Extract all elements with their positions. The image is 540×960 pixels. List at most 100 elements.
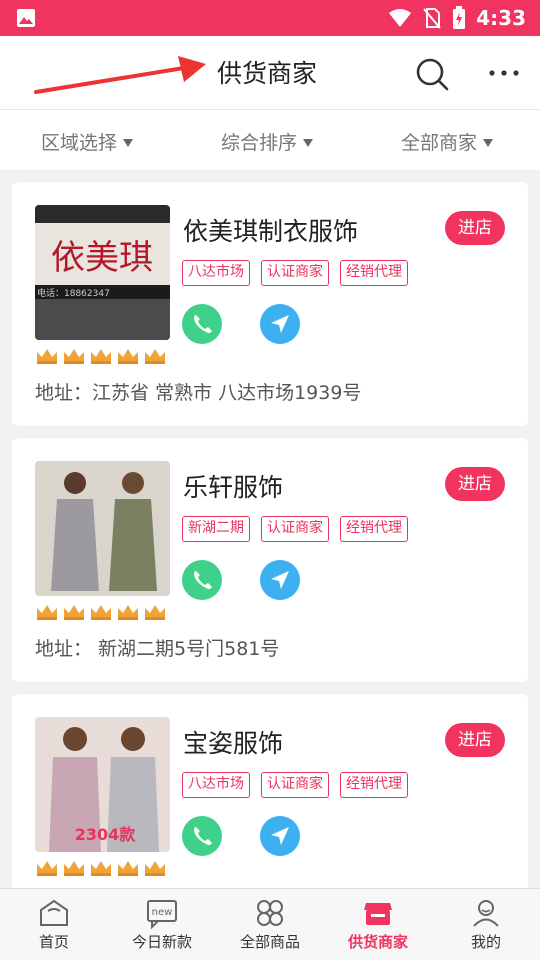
- more-icon[interactable]: [486, 56, 522, 92]
- tab-profile[interactable]: 我的: [432, 889, 540, 960]
- shop-sign-text: 依美琪: [51, 238, 153, 278]
- bottom-tab-bar: 首页 new 今日新款 全部商品 供货商家 我的: [0, 888, 540, 960]
- tab-all-products[interactable]: 全部商品: [216, 889, 324, 960]
- shop-tag: 经销代理: [340, 516, 408, 542]
- phone-call-button[interactable]: [182, 304, 222, 344]
- crown-icon: [64, 861, 84, 876]
- svg-text:new: new: [152, 907, 173, 918]
- crown-icon: [37, 605, 57, 620]
- shop-name: 乐轩服饰: [183, 473, 284, 502]
- caret-down-icon: [303, 138, 314, 147]
- shop-card[interactable]: 乐轩服饰 进店 新湖二期 认证商家 经销代理 地址： 新湖二期5号门581号: [12, 438, 528, 682]
- shop-tag: 新湖二期: [182, 516, 250, 542]
- shop-tags: 八达市场 认证商家 经销代理: [182, 260, 408, 286]
- shop-name: 依美琪制衣服饰: [183, 217, 359, 246]
- filter-sort-label: 综合排序: [221, 132, 298, 154]
- phone-icon: [194, 827, 212, 845]
- crown-icon: [91, 605, 111, 620]
- shop-card[interactable]: 2304款 宝姿服饰 进店 八达市场 认证商家 经销代理: [12, 694, 528, 888]
- shop-tags: 八达市场 认证商家 经销代理: [182, 772, 408, 798]
- crown-icon: [145, 605, 165, 620]
- shop-name: 宝姿服饰: [183, 729, 284, 758]
- caret-down-icon: [123, 138, 134, 147]
- shop-sign-phone: 电话：18862347: [37, 287, 110, 299]
- crown-icon: [37, 861, 57, 876]
- shop-list: 依美琪 电话：18862347 依美琪制衣服饰 进店 八达市场 认证商家 经销代…: [0, 170, 540, 888]
- crown-icon: [37, 349, 57, 364]
- shop-photo: 依美琪 电话：18862347: [35, 205, 170, 340]
- filter-merchant-label: 全部商家: [401, 132, 478, 154]
- crown-icon: [145, 349, 165, 364]
- arrow-annotation-icon: [34, 56, 206, 94]
- tab-new-arrivals[interactable]: new 今日新款: [108, 889, 216, 960]
- new-icon: new: [147, 900, 177, 929]
- shop-thumbnail: 2304款: [35, 717, 170, 852]
- gallery-icon: [17, 9, 35, 27]
- tab-label: 首页: [38, 933, 69, 951]
- phone-call-button[interactable]: [182, 560, 222, 600]
- shop-tag: 经销代理: [340, 260, 408, 286]
- home-icon: [40, 899, 68, 926]
- shop-card[interactable]: 依美琪 电话：18862347 依美琪制衣服饰 进店 八达市场 认证商家 经销代…: [12, 182, 528, 426]
- navigate-button[interactable]: [260, 304, 300, 344]
- shop-thumbnail: [35, 461, 170, 596]
- shop-tag: 认证商家: [261, 260, 329, 286]
- crown-icon: [145, 861, 165, 876]
- tab-label: 今日新款: [131, 933, 192, 951]
- crown-icon: [118, 861, 138, 876]
- wifi-icon: [389, 9, 412, 27]
- shop-address: 地址： 新湖二期5号门581号: [35, 638, 280, 660]
- shop-tag: 八达市场: [182, 772, 250, 798]
- clock: 4:33: [476, 6, 526, 30]
- phone-icon: [194, 315, 212, 333]
- navigation-icon: [271, 315, 289, 333]
- shop-tags: 新湖二期 认证商家 经销代理: [182, 516, 408, 542]
- filter-region[interactable]: 区域选择: [41, 128, 134, 155]
- status-bar: 4:33: [0, 0, 540, 36]
- shop-tag: 八达市场: [182, 260, 250, 286]
- filter-merchant[interactable]: 全部商家: [401, 128, 494, 155]
- top-bar: 供货商家: [0, 36, 540, 110]
- rating-crowns: [35, 858, 167, 878]
- shop-photo: [35, 461, 170, 596]
- rating-crowns: [35, 602, 167, 622]
- enter-shop-button[interactable]: 进店: [445, 211, 505, 245]
- product-count-badge: 2304款: [75, 825, 137, 844]
- shop-tag: 经销代理: [340, 772, 408, 798]
- tab-label: 我的: [470, 933, 501, 951]
- crown-icon: [91, 861, 111, 876]
- enter-shop-button[interactable]: 进店: [445, 723, 505, 757]
- phone-icon: [194, 571, 212, 589]
- navigate-button[interactable]: [260, 560, 300, 600]
- filter-region-label: 区域选择: [41, 132, 118, 154]
- filter-sort[interactable]: 综合排序: [221, 128, 314, 155]
- grid-icon: [257, 900, 283, 926]
- battery-icon: [453, 6, 466, 29]
- filter-bar: 区域选择 综合排序 全部商家: [0, 110, 540, 170]
- shop-address: 地址：江苏省 常熟市 八达市场1939号: [35, 382, 362, 404]
- caret-down-icon: [483, 138, 494, 147]
- crown-icon: [64, 349, 84, 364]
- crown-icon: [64, 605, 84, 620]
- tab-label: 全部商品: [239, 933, 300, 951]
- navigate-button[interactable]: [260, 816, 300, 856]
- shop-photo: 2304款: [35, 717, 170, 852]
- tab-home[interactable]: 首页: [0, 889, 108, 960]
- tab-label: 供货商家: [347, 933, 408, 951]
- no-sim-icon: [423, 8, 442, 29]
- store-icon: [364, 903, 392, 925]
- crown-icon: [91, 349, 111, 364]
- rating-crowns: [35, 346, 167, 366]
- user-icon: [473, 900, 499, 927]
- search-icon[interactable]: [414, 56, 450, 92]
- shop-tag: 认证商家: [261, 772, 329, 798]
- shop-tag: 认证商家: [261, 516, 329, 542]
- page-title: 供货商家: [217, 59, 318, 88]
- enter-shop-button[interactable]: 进店: [445, 467, 505, 501]
- navigation-icon: [271, 571, 289, 589]
- phone-call-button[interactable]: [182, 816, 222, 856]
- tab-suppliers[interactable]: 供货商家: [324, 889, 432, 960]
- shop-thumbnail: 依美琪 电话：18862347: [35, 205, 170, 340]
- navigation-icon: [271, 827, 289, 845]
- crown-icon: [118, 349, 138, 364]
